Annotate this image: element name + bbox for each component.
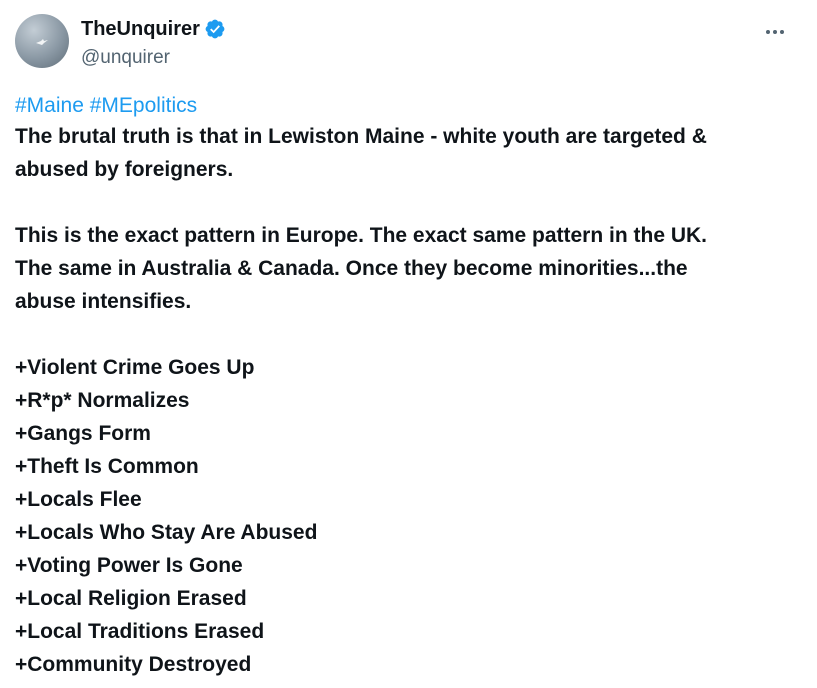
list-item: +Local Traditions Erased xyxy=(15,620,265,643)
list-item: +Locals Who Stay Are Abused xyxy=(15,521,318,544)
list-item: +Theft Is Common xyxy=(15,455,199,478)
list-item: +Locals Flee xyxy=(15,488,142,511)
verified-badge-icon[interactable] xyxy=(204,18,226,40)
list-item: +Voting Power Is Gone xyxy=(15,554,243,577)
handle[interactable]: @unquirer xyxy=(81,47,226,69)
name-row: TheUnquirer xyxy=(81,17,226,41)
text-line: abuse intensifies. xyxy=(15,290,192,313)
paragraph-1: The brutal truth is that in Lewiston Mai… xyxy=(15,120,802,186)
paragraph-2: This is the exact pattern in Europe. The… xyxy=(15,219,802,318)
author-names: TheUnquirer @unquirer xyxy=(81,17,226,69)
list-item: +Gangs Form xyxy=(15,422,151,445)
hashtag-mepolitics[interactable]: #MEpolitics xyxy=(90,94,197,117)
hashtag-maine[interactable]: #Maine xyxy=(15,94,84,117)
list-item: +R*p* Normalizes xyxy=(15,389,190,412)
avatar[interactable] xyxy=(15,14,69,68)
dot xyxy=(773,30,777,34)
text-line: abused by foreigners. xyxy=(15,158,234,181)
text-line: The same in Australia & Canada. Once the… xyxy=(15,257,688,280)
text-line: The brutal truth is that in Lewiston Mai… xyxy=(15,125,707,148)
tweet: TheUnquirer @unquirer #Maine #MEpolitics… xyxy=(0,0,817,688)
bullet-list: +Violent Crime Goes Up +R*p* Normalizes … xyxy=(15,351,802,681)
list-item: +Violent Crime Goes Up xyxy=(15,356,255,379)
dot xyxy=(766,30,770,34)
list-item: +Community Destroyed xyxy=(15,653,252,676)
display-name[interactable]: TheUnquirer xyxy=(81,18,200,41)
text-line: This is the exact pattern in Europe. The… xyxy=(15,224,708,247)
hashtags: #Maine #MEpolitics xyxy=(15,92,802,120)
bird-image xyxy=(36,39,48,45)
list-item: +Local Religion Erased xyxy=(15,587,247,610)
dot xyxy=(780,30,784,34)
tweet-header: TheUnquirer @unquirer xyxy=(15,14,802,70)
more-options-icon[interactable] xyxy=(760,22,790,42)
tweet-body: #Maine #MEpolitics The brutal truth is t… xyxy=(15,92,802,681)
